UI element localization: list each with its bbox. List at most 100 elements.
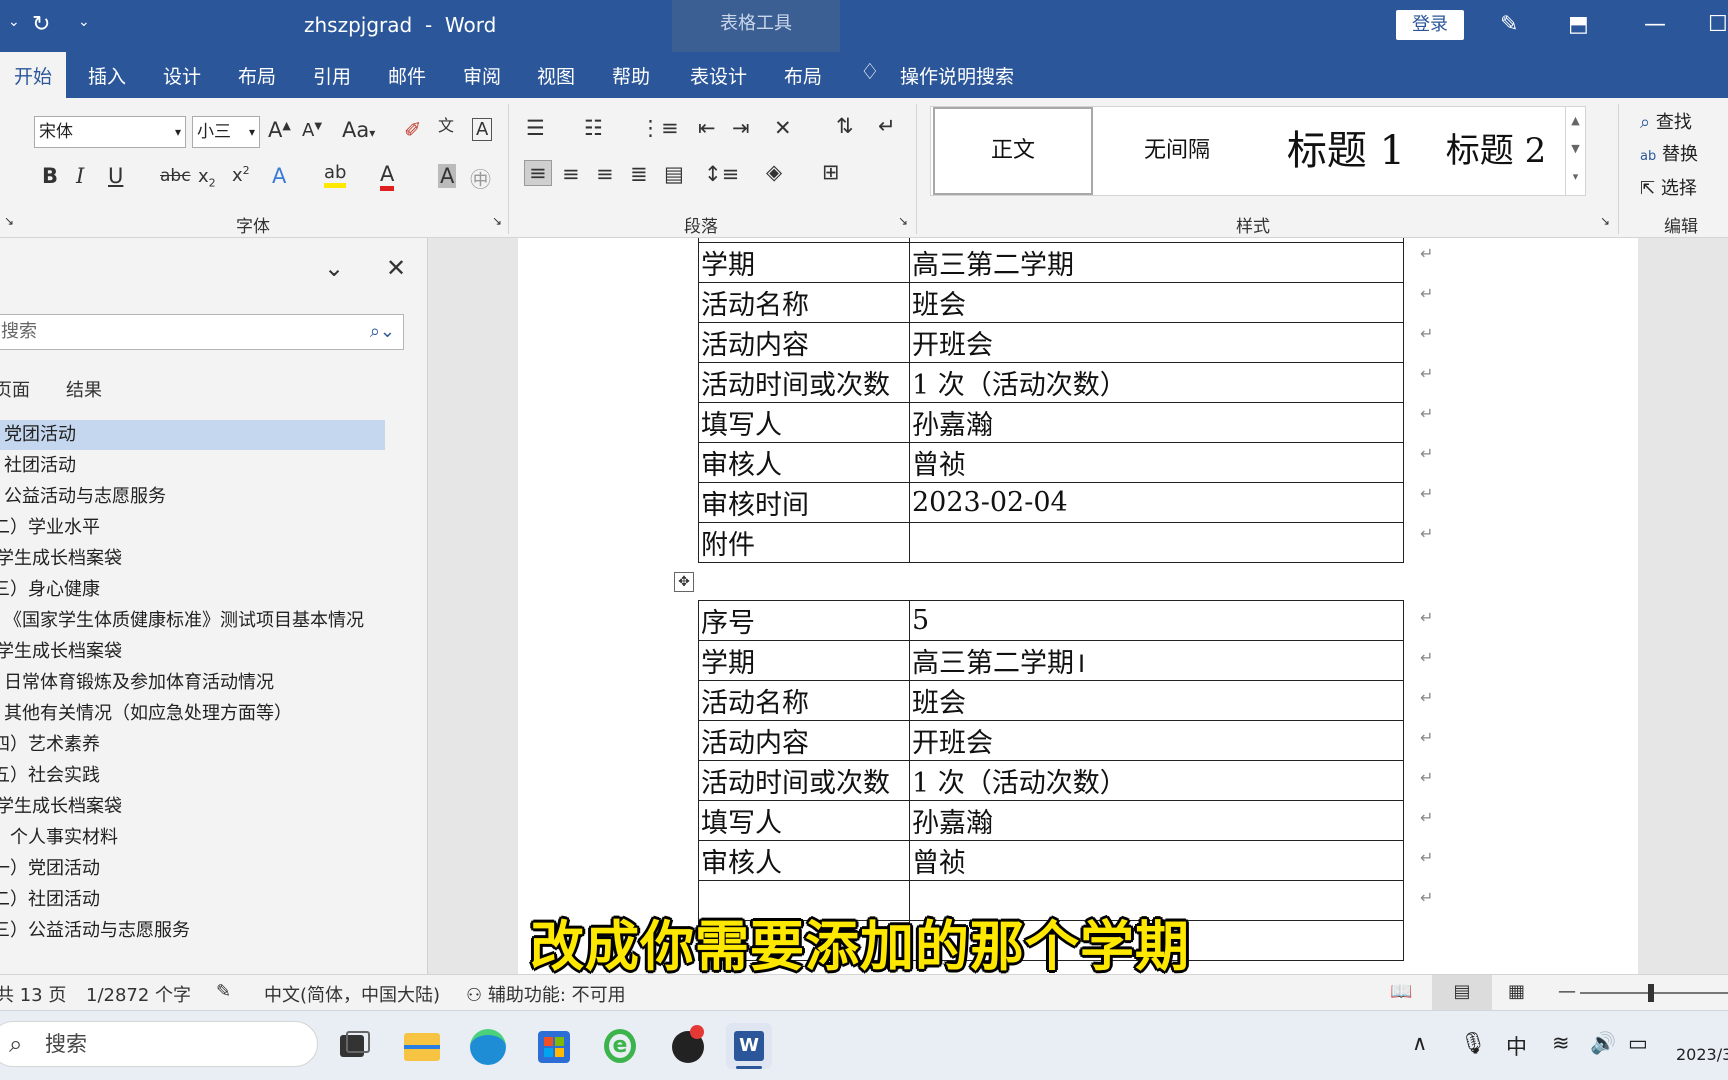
justify-icon[interactable]: ≣: [630, 162, 648, 186]
ribbon-display-icon[interactable]: ⬒: [1568, 12, 1589, 37]
nav-item[interactable]: 三）身心健康: [0, 575, 100, 605]
chevron-up-icon[interactable]: ∧: [1412, 1031, 1427, 1055]
tab-insert[interactable]: 插入: [88, 62, 126, 89]
change-case-icon[interactable]: Aa▾: [342, 118, 375, 142]
nav-item[interactable]: 日常体育锻炼及参加体育活动情况: [0, 668, 274, 698]
zoom-slider-thumb[interactable]: [1648, 984, 1654, 1002]
sort-icon[interactable]: ⇅: [836, 114, 854, 138]
accessibility-status[interactable]: ⚇ 辅助功能: 不可用: [466, 981, 626, 1007]
shrink-font-icon[interactable]: A▼: [302, 120, 322, 141]
tab-home[interactable]: 开始: [0, 52, 67, 98]
style-no-spacing[interactable]: 无间隔: [1097, 107, 1257, 195]
word-count[interactable]: 1/2872 个字: [86, 981, 191, 1007]
nav-item[interactable]: 学生成长档案袋: [0, 792, 122, 822]
wifi-icon[interactable]: ≋: [1552, 1031, 1570, 1055]
font-group-launcher-icon[interactable]: ↘: [492, 214, 502, 228]
nav-item[interactable]: 三）公益活动与志愿服务: [0, 916, 190, 946]
line-spacing-icon[interactable]: ↕≡: [704, 162, 739, 186]
ie-browser-icon[interactable]: e: [596, 1023, 642, 1069]
style-normal[interactable]: 正文: [933, 107, 1093, 195]
tab-design[interactable]: 设计: [163, 62, 201, 89]
tab-help[interactable]: 帮助: [612, 62, 650, 89]
document-page[interactable]: 学期 高三第二学期 活动名称 班会 活动内容 开班会 活动时间或次数 1 次（活动次数）…: [518, 238, 1638, 974]
maximize-icon[interactable]: ☐: [1708, 12, 1728, 37]
enclose-characters-icon[interactable]: ㊥: [470, 164, 491, 194]
file-explorer-icon[interactable]: [398, 1023, 444, 1069]
bold-icon[interactable]: B: [42, 164, 58, 188]
nav-item[interactable]: 一）党团活动: [0, 854, 100, 884]
styles-dialog-launcher-icon[interactable]: ↘: [1600, 214, 1610, 228]
underline-icon[interactable]: U: [108, 164, 123, 188]
nav-item[interactable]: 四）艺术素养: [0, 730, 100, 760]
styles-scroll[interactable]: ▲ ▼ ▾: [1565, 107, 1585, 195]
nav-item[interactable]: 五）社会实践: [0, 761, 100, 791]
chevron-down-icon[interactable]: ⌄: [8, 14, 20, 30]
table-move-handle-icon[interactable]: ✥: [674, 572, 694, 592]
font-color-icon[interactable]: A: [380, 162, 395, 191]
italic-icon[interactable]: I: [76, 164, 84, 188]
redo-icon[interactable]: ↻: [32, 12, 50, 37]
print-layout-icon[interactable]: ▤: [1432, 975, 1492, 1011]
close-icon[interactable]: ✕: [386, 254, 406, 282]
web-layout-icon[interactable]: ▦: [1508, 981, 1525, 1002]
page-count[interactable]: 共 13 页: [0, 981, 66, 1007]
tab-view[interactable]: 视图: [537, 62, 575, 89]
multilevel-list-icon[interactable]: ⋮≡: [640, 116, 679, 140]
volume-icon[interactable]: 🔊: [1590, 1031, 1616, 1056]
superscript-icon[interactable]: x2: [232, 164, 250, 186]
font-dialog-launcher-icon[interactable]: ↘: [4, 214, 14, 228]
paragraph-dialog-launcher-icon[interactable]: ↘: [898, 214, 908, 228]
zoom-slider[interactable]: [1580, 984, 1728, 1002]
increase-indent-icon[interactable]: ⇥: [732, 116, 750, 140]
shading-icon[interactable]: ◈: [766, 160, 782, 184]
text-effects-icon[interactable]: A: [272, 164, 286, 188]
align-center-icon[interactable]: ≡: [562, 162, 580, 186]
grow-font-icon[interactable]: A▲: [268, 118, 291, 142]
nav-item[interactable]: 其他有关情况（如应急处理方面等）: [0, 699, 292, 729]
nav-item[interactable]: 《国家学生体质健康标准》测试项目基本情况: [4, 606, 364, 636]
replace-button[interactable]: ab 替换: [1640, 140, 1698, 166]
minimize-icon[interactable]: —: [1644, 12, 1666, 37]
distributed-icon[interactable]: ▤: [664, 162, 684, 186]
borders-icon[interactable]: ⊞: [822, 160, 840, 184]
language-indicator[interactable]: 中文(简体，中国大陆): [264, 981, 440, 1007]
task-view-icon[interactable]: [330, 1023, 376, 1069]
tab-layout[interactable]: 布局: [238, 62, 276, 89]
word-app-icon[interactable]: W: [726, 1023, 772, 1069]
search-icon[interactable]: ⌕⌄: [370, 315, 395, 349]
decrease-indent-icon[interactable]: ⇤: [698, 116, 716, 140]
subscript-icon[interactable]: x2: [198, 166, 216, 190]
strikethrough-icon[interactable]: abc: [160, 166, 191, 186]
ime-indicator[interactable]: 中: [1506, 1031, 1527, 1061]
read-mode-icon[interactable]: 📖: [1390, 981, 1412, 1002]
tab-mailings[interactable]: 邮件: [388, 62, 426, 89]
character-border-icon[interactable]: A: [472, 118, 493, 141]
chevron-down-icon[interactable]: ⌄: [324, 254, 344, 282]
style-heading-1[interactable]: 标题 1: [1261, 107, 1431, 195]
nav-search-input[interactable]: 搜索 ⌕⌄: [0, 314, 404, 350]
font-size-select[interactable]: 小三 ▾: [192, 116, 260, 148]
phonetic-guide-icon[interactable]: 文: [438, 112, 454, 136]
store-icon[interactable]: [530, 1023, 576, 1069]
microphone-icon[interactable]: 🎙: [1460, 1031, 1487, 1056]
clock-date[interactable]: 2023/3: [1676, 1045, 1728, 1064]
select-button[interactable]: ⇱ 选择: [1640, 174, 1697, 200]
highlight-icon[interactable]: ab: [324, 162, 347, 188]
nav-item[interactable]: 社团活动: [0, 451, 76, 481]
numbering-icon[interactable]: ☷: [584, 116, 603, 140]
edge-browser-icon[interactable]: [464, 1023, 510, 1069]
style-heading-2[interactable]: 标题 2: [1431, 107, 1561, 195]
nav-tab-pages[interactable]: 页面: [0, 376, 30, 402]
nav-item[interactable]: 二）学业水平: [0, 513, 100, 543]
nav-item[interactable]: 二）社团活动: [0, 885, 100, 915]
login-button[interactable]: 登录: [1396, 10, 1464, 40]
bullets-icon[interactable]: ☰: [526, 116, 545, 140]
proofing-icon[interactable]: ✎: [216, 981, 231, 1002]
nav-tab-results[interactable]: 结果: [66, 376, 102, 402]
tab-references[interactable]: 引用: [313, 62, 351, 89]
nav-item[interactable]: 学生成长档案袋: [0, 637, 122, 667]
tab-table-layout[interactable]: 布局: [784, 62, 822, 89]
nav-item[interactable]: 公益活动与志愿服务: [0, 482, 166, 512]
nav-item[interactable]: 党团活动: [0, 420, 385, 450]
align-right-icon[interactable]: ≡: [596, 162, 614, 186]
